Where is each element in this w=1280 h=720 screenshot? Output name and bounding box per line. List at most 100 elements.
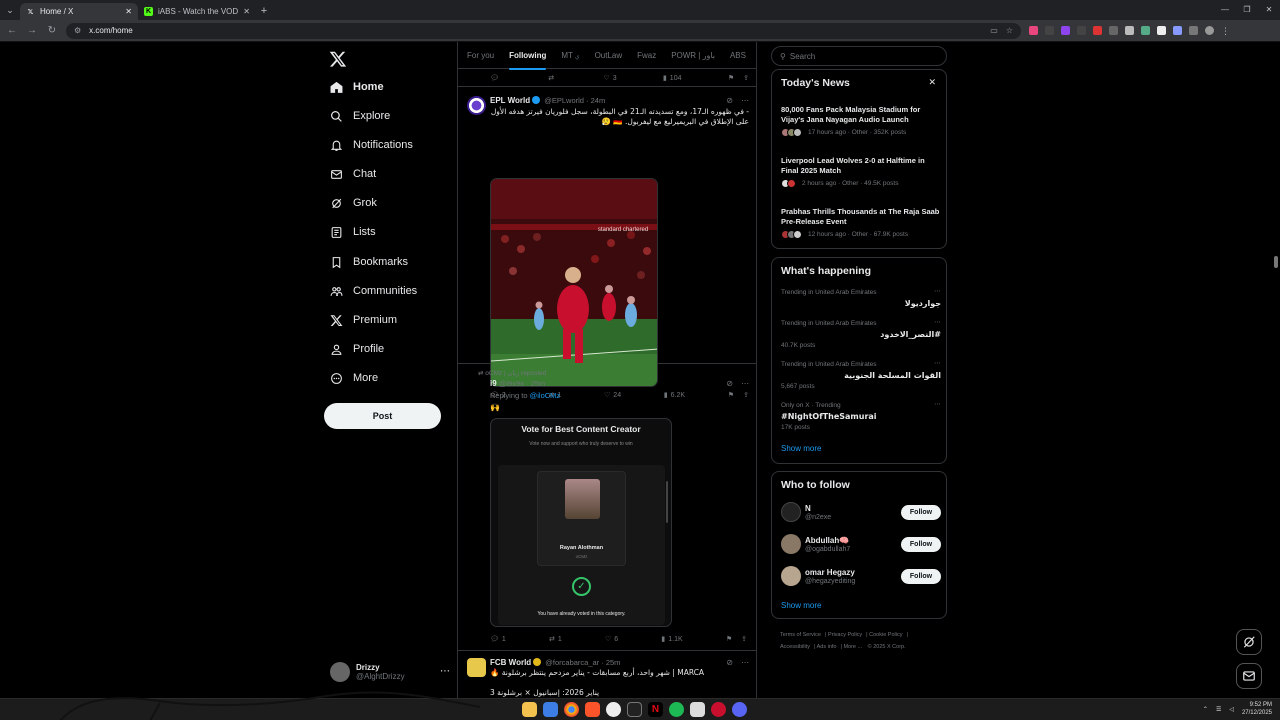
app-icon[interactable] — [690, 702, 705, 717]
footer-link[interactable]: Privacy Policy — [828, 632, 862, 638]
bookmark-icon[interactable]: ⚑ — [726, 635, 732, 643]
minimize-icon[interactable]: — — [1214, 0, 1236, 20]
views-button[interactable]: ▮ 104 — [663, 74, 682, 83]
more-dots-icon[interactable]: ⋯ — [741, 379, 749, 388]
extension-icon[interactable] — [1077, 26, 1086, 35]
nav-communities[interactable]: Communities — [330, 281, 417, 301]
spotify-icon[interactable] — [669, 702, 684, 717]
extension-icon[interactable] — [1093, 26, 1102, 35]
poll-image[interactable]: Vote for Best Content Creator Vote now a… — [490, 418, 672, 627]
post-button[interactable]: Post — [324, 403, 441, 429]
avatar[interactable] — [781, 534, 801, 554]
follow-button[interactable]: Follow — [901, 537, 941, 552]
chevron-up-icon[interactable]: ⌃ — [1203, 706, 1208, 713]
brave-icon[interactable] — [585, 702, 600, 717]
restore-icon[interactable]: ❐ — [1236, 0, 1258, 20]
wifi-icon[interactable]: ☰ — [1216, 706, 1221, 713]
grok-floating-button[interactable] — [1236, 629, 1262, 655]
avatar[interactable] — [781, 502, 801, 522]
tab-abs[interactable]: ABS — [730, 51, 746, 60]
nav-profile[interactable]: Profile — [330, 339, 384, 359]
extension-icon[interactable] — [1141, 26, 1150, 35]
tab-mt[interactable]: MT ي — [561, 51, 579, 60]
forward-icon[interactable]: → — [26, 25, 38, 36]
avatar[interactable] — [781, 566, 801, 586]
more-dots-icon[interactable]: ⋯ — [741, 96, 749, 105]
close-icon[interactable]: ✕ — [928, 77, 936, 88]
clock[interactable]: 9:52 PM 27/12/2025 — [1242, 701, 1272, 717]
tweet-image[interactable]: standard chartered — [490, 178, 658, 387]
grok-icon[interactable]: ⊘ — [726, 658, 733, 667]
author-handle[interactable]: @EPLworld — [544, 96, 584, 105]
nav-more[interactable]: More — [330, 368, 378, 388]
trend-item[interactable]: Trending in United Arab Emirates جواردیو… — [781, 287, 941, 308]
cast-icon[interactable]: ▭ — [990, 26, 998, 35]
browser-tab-home[interactable]: 𝕏 Home / X ✕ — [20, 3, 138, 20]
repost-button[interactable]: ⇄ 1 — [549, 635, 562, 644]
like-button[interactable]: ♡ 6 — [605, 635, 618, 644]
tweet-time[interactable]: 24m — [591, 96, 606, 105]
nav-notifications[interactable]: Notifications — [330, 135, 413, 155]
browser-menu-icon[interactable]: ⋮ — [1221, 26, 1230, 36]
author-name[interactable]: FCB World — [490, 658, 531, 667]
more-dots-icon[interactable]: ⋯ — [934, 318, 941, 326]
extension-icon[interactable] — [1029, 26, 1038, 35]
nav-chat[interactable]: Chat — [330, 164, 376, 184]
like-button[interactable]: ♡ 3 — [603, 74, 616, 83]
candidate-card[interactable]: Rayan Alothman oCMz — [537, 471, 626, 566]
close-window-icon[interactable]: ✕ — [1258, 0, 1280, 20]
follow-button[interactable]: Follow — [901, 505, 941, 520]
extension-icon[interactable] — [1125, 26, 1134, 35]
more-dots-icon[interactable]: ⋯ — [741, 658, 749, 667]
footer-link[interactable]: Accessibility — [780, 644, 810, 650]
volume-icon[interactable]: ◁ — [1229, 706, 1234, 713]
trend-item[interactable]: Trending in United Arab Emirates القوات … — [781, 360, 941, 390]
new-tab-button[interactable]: + — [256, 5, 272, 20]
messages-floating-button[interactable] — [1236, 663, 1262, 689]
footer-link[interactable]: Cookie Policy — [869, 632, 902, 638]
trend-item[interactable]: Only on X · Trending #NightOfTheSamurai … — [781, 400, 941, 431]
reply-button[interactable]: 💬︎ — [490, 74, 502, 82]
footer-link[interactable]: Ads info — [817, 644, 837, 650]
reload-icon[interactable]: ↻ — [46, 25, 58, 36]
poll-scrollbar[interactable] — [666, 481, 668, 523]
author-handle[interactable]: @i9x9x — [499, 379, 524, 388]
follow-suggestion[interactable]: N @n2exe Follow — [781, 502, 941, 524]
repost-by[interactable]: oCMz | زيان reposted — [485, 370, 546, 377]
nav-premium[interactable]: Premium — [330, 310, 397, 330]
share-icon[interactable]: ⇪ — [743, 74, 749, 82]
browser-tab-kick[interactable]: K iABS - Watch the VOD on Kick ✕ — [138, 3, 256, 20]
extension-icon[interactable] — [1157, 26, 1166, 35]
x-logo-icon[interactable] — [329, 50, 347, 68]
tweet[interactable]: EPL World @EPLworld · 24m ⊘ ⋯ - في ظهوره … — [458, 88, 756, 399]
tab-search-icon[interactable]: ⌄ — [0, 0, 20, 20]
news-item[interactable]: 80,000 Fans Pack Malaysia Stadium for Vi… — [781, 105, 941, 137]
file-explorer-icon[interactable] — [522, 702, 537, 717]
extension-icon[interactable] — [1109, 26, 1118, 35]
avatar[interactable] — [467, 658, 486, 677]
news-item[interactable]: Prabhas Thrills Thousands at The Raja Sa… — [781, 207, 941, 239]
follow-suggestion[interactable]: omar Hegazy @hegazyediting Follow — [781, 566, 941, 588]
close-tab-icon[interactable]: ✕ — [243, 7, 250, 16]
replying-handle[interactable]: @iloCMz — [530, 391, 561, 400]
tab-powr[interactable]: POWR | باور — [671, 51, 715, 60]
more-dots-icon[interactable]: ⋯ — [934, 400, 941, 408]
profile-avatar-icon[interactable] — [1205, 26, 1214, 35]
more-dots-icon[interactable]: ⋯ — [934, 287, 941, 295]
tab-for-you[interactable]: For you — [467, 51, 494, 60]
tweet-time[interactable]: 25m — [531, 379, 546, 388]
avatar[interactable] — [467, 96, 486, 115]
tab-following[interactable]: Following — [509, 51, 547, 70]
search-input[interactable]: ⚲ Search — [771, 46, 947, 66]
nav-bookmarks[interactable]: Bookmarks — [330, 252, 408, 272]
extension-icon[interactable] — [1061, 26, 1070, 35]
tweet-time[interactable]: 25m — [606, 658, 621, 667]
windows-icon[interactable] — [543, 702, 558, 717]
site-info-icon[interactable]: ⚙ — [74, 26, 81, 35]
url-bar[interactable]: ⚙ x.com/home ▭ ☆ — [66, 22, 1021, 39]
extension-icon[interactable] — [1173, 26, 1182, 35]
more-dots-icon[interactable]: ⋯ — [440, 666, 450, 677]
author-name[interactable]: EPL World — [490, 96, 530, 105]
views-button[interactable]: ▮ 1.1K — [661, 635, 682, 644]
news-item[interactable]: Liverpool Lead Wolves 2-0 at Halftime in… — [781, 156, 941, 188]
